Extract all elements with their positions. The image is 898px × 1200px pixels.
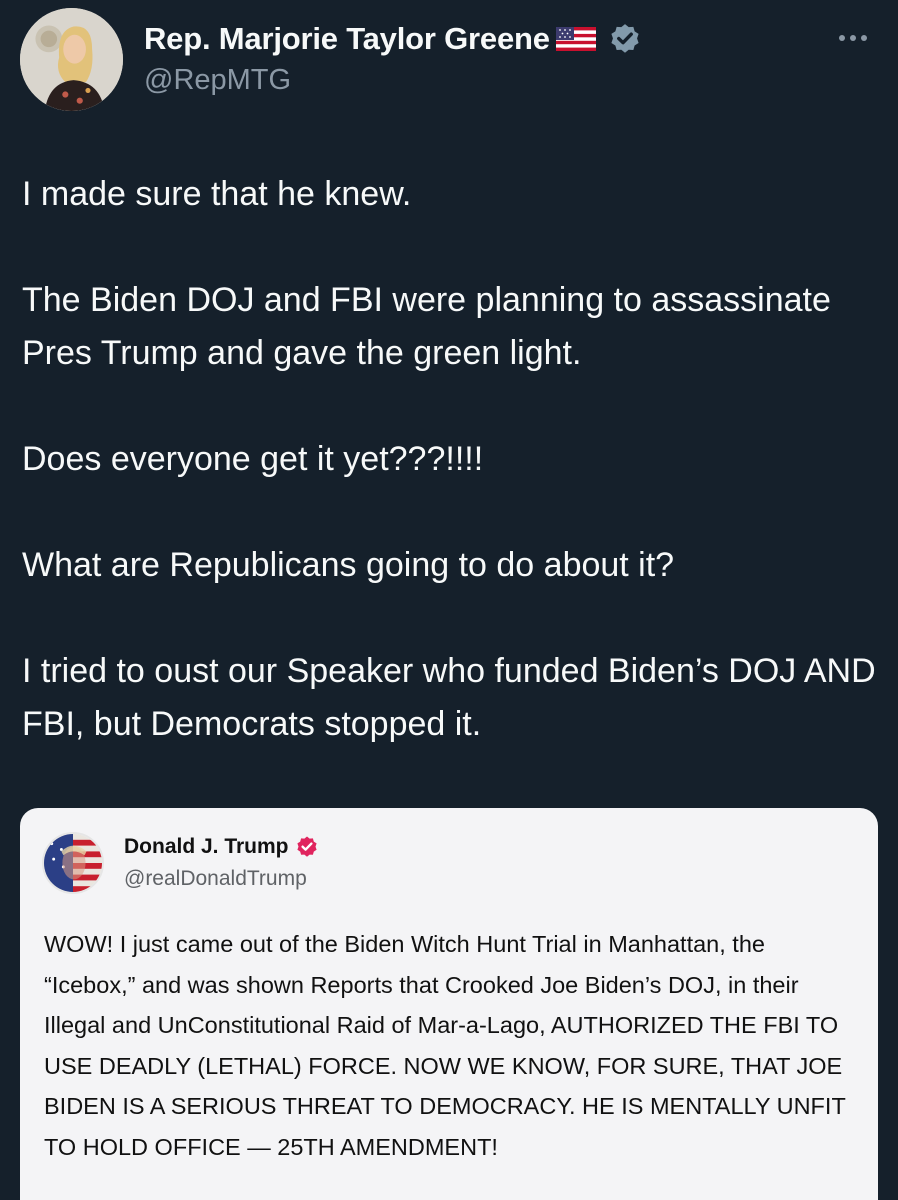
- tweet-paragraph: I tried to oust our Speaker who funded B…: [22, 652, 876, 743]
- quoted-author-name-row: Donald J. Trump: [124, 832, 319, 862]
- quoted-avatar-image: [44, 834, 102, 892]
- quoted-post-text: WOW! I just came out of the Biden Witch …: [44, 931, 846, 1160]
- author-handle[interactable]: @RepMTG: [144, 64, 642, 97]
- verified-badge-icon[interactable]: [608, 22, 642, 56]
- us-flag-icon: [555, 27, 596, 51]
- verified-badge-icon[interactable]: [295, 835, 319, 859]
- more-dot: [839, 35, 845, 41]
- author-name-row: Rep. Marjorie Taylor Greene: [144, 18, 642, 60]
- author-display-name[interactable]: Rep. Marjorie Taylor Greene: [144, 21, 550, 57]
- more-horizontal-icon[interactable]: [830, 24, 876, 52]
- quoted-post-card[interactable]: Donald J. Trump @realDonaldTrump WOW! I …: [20, 808, 878, 1200]
- tweet-paragraph: Does everyone get it yet???!!!!: [22, 440, 484, 478]
- quoted-author-display-name[interactable]: Donald J. Trump: [124, 835, 289, 859]
- more-dot: [861, 35, 867, 41]
- tweet-paragraph: What are Republicans going to do about i…: [22, 546, 675, 584]
- avatar-image: [20, 8, 123, 111]
- quoted-author-info: Donald J. Trump @realDonaldTrump: [124, 832, 319, 891]
- quoted-author-handle[interactable]: @realDonaldTrump: [124, 867, 319, 891]
- author-avatar[interactable]: [20, 8, 123, 111]
- author-info: Rep. Marjorie Taylor Greene @RepMTG: [144, 18, 642, 97]
- quoted-author-avatar[interactable]: [42, 832, 104, 894]
- more-dot: [850, 35, 856, 41]
- tweet-paragraph: I made sure that he knew.: [22, 175, 412, 213]
- tweet-paragraph: The Biden DOJ and FBI were planning to a…: [22, 281, 831, 372]
- tweet-view: Rep. Marjorie Taylor Greene @RepMTG I ma…: [0, 0, 898, 1200]
- tweet-text: I made sure that he knew. The Biden DOJ …: [22, 168, 882, 751]
